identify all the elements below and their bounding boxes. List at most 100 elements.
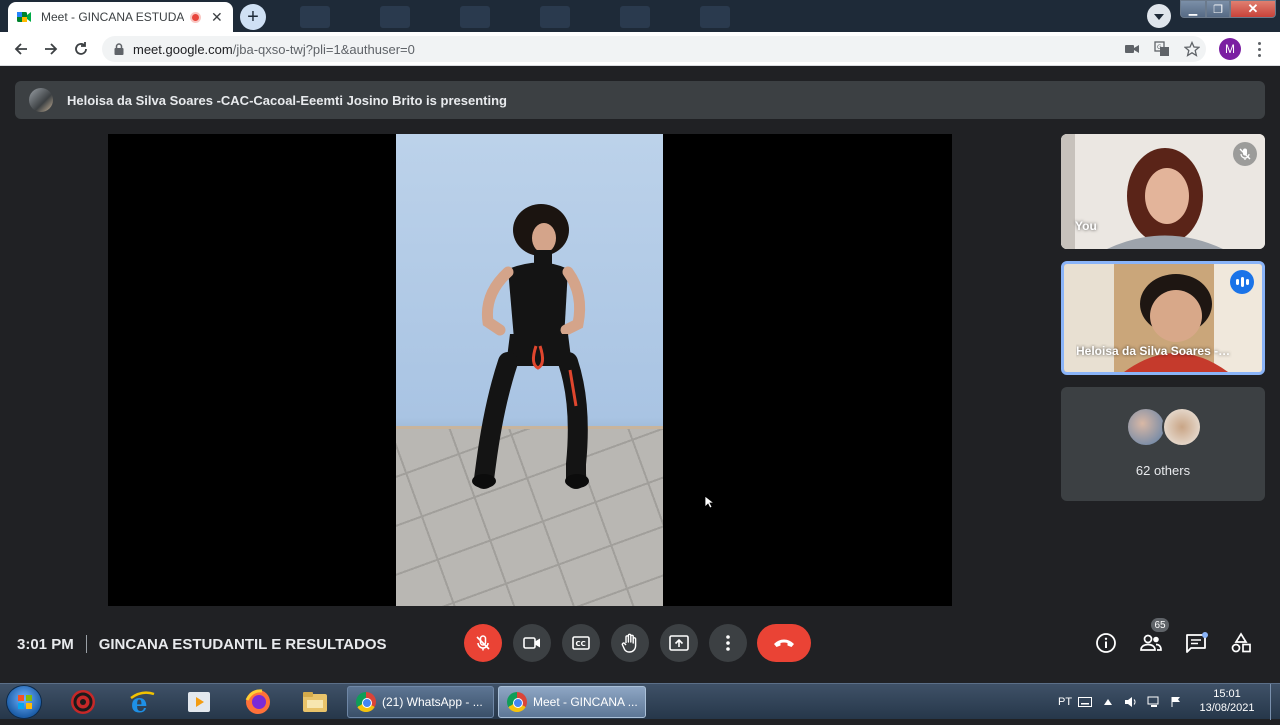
flag-icon	[1171, 697, 1180, 707]
reload-button[interactable]	[68, 36, 94, 62]
window-minimize-button[interactable]: ▁	[1180, 0, 1206, 18]
start-button[interactable]	[6, 685, 42, 719]
translate-icon: G	[1154, 41, 1169, 56]
camera-in-use-button[interactable]	[1122, 39, 1142, 59]
window-close-button[interactable]: ✕	[1230, 0, 1276, 18]
activities-button[interactable]	[1227, 629, 1255, 657]
self-mic-off-badge	[1233, 142, 1257, 166]
window-maximize-button[interactable]: ❐	[1206, 0, 1230, 18]
keyboard-tray-icon[interactable]	[1078, 684, 1092, 720]
system-time: 15:01	[1213, 688, 1241, 700]
show-desktop-button[interactable]	[1270, 684, 1280, 720]
browser-tab-meet[interactable]: Meet - GINCANA ESTUDANTIL E RESULTADOS ✕	[8, 2, 233, 32]
participant-tile-others[interactable]: 62 others	[1061, 387, 1265, 501]
people-button[interactable]	[1137, 629, 1165, 657]
tab-close-button[interactable]: ✕	[211, 9, 223, 26]
tab-search-button[interactable]	[1147, 4, 1171, 28]
show-hidden-icons-button[interactable]	[1104, 684, 1112, 720]
lock-icon	[114, 43, 124, 55]
chrome-icon	[507, 692, 527, 712]
others-count-label: 62 others	[1135, 463, 1191, 478]
back-button[interactable]	[8, 36, 34, 62]
url-domain: meet.google.com	[133, 41, 233, 57]
meeting-details: 3:01 PM GINCANA ESTUDANTIL E RESULTADOS	[17, 635, 387, 653]
language-indicator[interactable]: PT	[1058, 684, 1072, 720]
people-icon	[1140, 634, 1162, 651]
others-avatar-stack	[1126, 407, 1206, 449]
presenting-text: Heloisa da Silva Soares -CAC-Cacoal-Eeem…	[67, 92, 507, 108]
recording-dot-icon	[190, 11, 201, 23]
self-name-label: You	[1075, 219, 1097, 233]
translate-button[interactable]: G	[1152, 39, 1172, 59]
chevron-up-icon	[1104, 699, 1112, 705]
profile-avatar-button[interactable]: M	[1219, 38, 1241, 60]
firefox-icon	[245, 689, 270, 714]
windows-logo-icon	[18, 695, 32, 709]
taskbar-app-media-player[interactable]	[184, 687, 214, 717]
closed-captions-icon: CC	[572, 636, 590, 650]
network-tray-icon[interactable]	[1147, 684, 1161, 720]
speaker-icon	[1125, 697, 1136, 707]
mic-off-icon	[1239, 148, 1251, 160]
meeting-info-button[interactable]	[1092, 629, 1120, 657]
media-player-icon	[188, 692, 210, 712]
camera-icon	[1125, 45, 1139, 53]
security-app-icon	[71, 690, 95, 714]
tab-title: Meet - GINCANA ESTUDANTIL E RESULTADOS	[41, 10, 184, 24]
bookmark-star-button[interactable]	[1182, 39, 1202, 59]
activities-shapes-icon	[1231, 632, 1251, 653]
chrome-icon	[356, 692, 376, 712]
meet-favicon-icon	[17, 12, 31, 22]
svg-text:G: G	[1157, 44, 1162, 51]
main-presentation-stage[interactable]	[108, 134, 952, 606]
internet-explorer-icon: e	[130, 689, 155, 716]
volume-tray-icon[interactable]	[1124, 684, 1138, 720]
camera-toggle-button[interactable]	[513, 624, 551, 662]
reload-icon	[75, 42, 87, 55]
taskbar-task-whatsapp[interactable]: (21) WhatsApp - ...	[347, 686, 494, 718]
tab-strip: Meet - GINCANA ESTUDANTIL E RESULTADOS ✕…	[0, 0, 1280, 32]
present-screen-icon	[669, 635, 689, 651]
new-tab-button[interactable]: +	[240, 4, 266, 30]
participant-tile-speaker[interactable]: Heloisa da Silva Soares -CAC-Cacoal-Eeem…	[1061, 261, 1265, 375]
presenter-avatar	[29, 88, 53, 112]
url-path: /jba-qxso-twj?pli=1&authuser=0	[232, 41, 415, 57]
presenting-banner: Heloisa da Silva Soares -CAC-Cacoal-Eeem…	[15, 81, 1265, 119]
svg-text:CC: CC	[576, 640, 586, 648]
hand-icon	[621, 633, 637, 653]
speaker-name-label: Heloisa da Silva Soares -CAC-Cacoal-Eeem…	[1076, 344, 1236, 358]
browser-menu-button[interactable]	[1252, 38, 1266, 60]
avatar	[1162, 407, 1202, 447]
taskbar-task-meet[interactable]: Meet - GINCANA ...	[498, 686, 646, 718]
network-icon	[1147, 696, 1159, 707]
meeting-title: GINCANA ESTUDANTIL E RESULTADOS	[98, 635, 387, 653]
task-label: Meet - GINCANA ...	[533, 695, 638, 709]
microphone-toggle-button[interactable]	[464, 624, 502, 662]
meeting-clock: 3:01 PM	[17, 635, 74, 653]
system-date: 13/08/2021	[1199, 702, 1255, 714]
background-desktop-icons	[300, 6, 730, 28]
taskbar-app-ie[interactable]: e	[127, 687, 157, 717]
avatar	[1126, 407, 1166, 447]
star-icon	[1184, 41, 1200, 57]
meet-app: Heloisa da Silva Soares -CAC-Cacoal-Eeem…	[0, 67, 1280, 683]
system-clock[interactable]: 15:01 13/08/2021	[1196, 687, 1258, 715]
videocam-icon	[523, 637, 540, 649]
participant-tile-self[interactable]: You	[1061, 134, 1265, 249]
action-center-flag-icon[interactable]	[1170, 684, 1182, 720]
more-options-button[interactable]	[709, 624, 747, 662]
url-text: meet.google.com/jba-qxso-twj?pli=1&authu…	[133, 42, 415, 57]
taskbar-app-explorer[interactable]	[300, 687, 330, 717]
forward-button[interactable]	[38, 36, 64, 62]
dancer-figure	[472, 204, 589, 489]
taskbar-app-firefox[interactable]	[243, 687, 273, 717]
taskbar-app-security[interactable]	[68, 687, 98, 717]
address-bar[interactable]: meet.google.com/jba-qxso-twj?pli=1&authu…	[102, 36, 1206, 62]
captions-button[interactable]: CC	[562, 624, 600, 662]
chevron-down-icon	[1154, 14, 1164, 20]
windows-taskbar: e (21) WhatsApp - ... Meet - GINCANA ...…	[0, 683, 1280, 720]
browser-toolbar: meet.google.com/jba-qxso-twj?pli=1&authu…	[0, 32, 1280, 66]
present-now-button[interactable]	[660, 624, 698, 662]
raise-hand-button[interactable]	[611, 624, 649, 662]
leave-call-button[interactable]	[757, 624, 811, 662]
